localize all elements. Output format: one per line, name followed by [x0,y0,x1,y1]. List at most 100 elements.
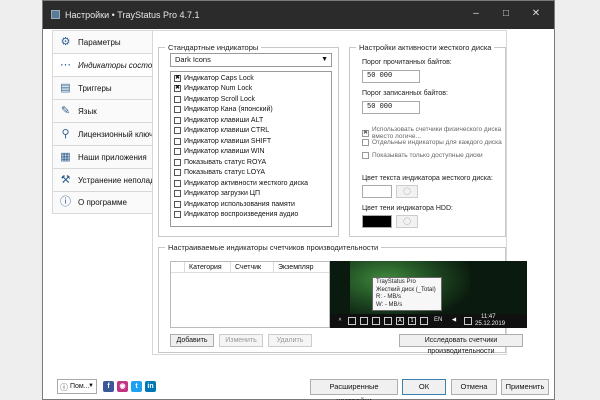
checkbox[interactable] [174,179,181,187]
select-value: Dark Icons [175,55,211,64]
table-header: Категория Счетчик Экземпляр [171,262,329,273]
counters-table: Категория Счетчик Экземпляр [170,261,330,328]
list-item[interactable]: Индикатор воспроизведения аудио [171,210,331,221]
checkbox[interactable] [174,148,181,156]
list-item-label: Индикатор клавиши WIN [184,148,265,156]
list-item-label: Индикатор Caps Lock [184,74,254,82]
tray-icon [420,317,428,325]
checkbox[interactable] [174,127,181,135]
language-icon: ✎ [60,104,71,117]
chevron-down-icon: ▼ [88,383,94,389]
list-item[interactable]: Показывать статус ROYA [171,157,331,168]
linkedin-icon[interactable]: in [145,381,156,392]
checkbox[interactable] [174,200,181,208]
text-color-picker-button[interactable]: ◯ [396,185,418,198]
column-header-instance[interactable]: Экземпляр [274,262,329,272]
checkbox[interactable] [174,137,181,145]
list-item[interactable]: Показывать статус LOYA [171,168,331,179]
tray-preview-image: TrayStatus Pro Жесткий диск (_Total) R: … [330,261,527,328]
facebook-icon[interactable]: f [103,381,114,392]
checkbox[interactable] [174,169,181,177]
preview-tooltip: TrayStatus Pro Жесткий диск (_Total) R: … [372,277,442,311]
tray-icon [384,317,392,325]
text-color-swatch[interactable] [362,185,392,198]
tray-language: EN [434,317,443,323]
shadow-color-swatch[interactable] [362,215,392,228]
list-item[interactable]: Индикатор клавиши SHIFT [171,136,331,147]
column-header-category[interactable]: Категория [185,262,231,272]
checkbox[interactable] [174,116,181,124]
checkbox-label: Отдельные индикаторы для каждого диска [372,139,502,146]
advanced-settings-button[interactable]: Расширенные настройки [310,379,398,400]
window-title: Настройки • TrayStatus Pro 4.7.1 [65,10,200,20]
column-header-counter[interactable]: Счетчик [231,262,274,272]
tooltip-line: R: - MB/s [376,294,401,300]
minimize-icon[interactable]: – [463,6,489,22]
sidebar-item-label: Параметры [78,37,121,47]
list-item-label: Индикатор клавиши ALT [184,116,264,124]
available-disks-checkbox[interactable]: Показывать только доступные диски [362,152,483,159]
checkbox-label: Использовать счетчики физического диска … [372,126,502,140]
each-disk-checkbox[interactable]: Отдельные индикаторы для каждого диска [362,139,502,146]
shadow-color-picker-button[interactable]: ◯ [396,215,418,228]
tooltip-line: Жесткий диск (_Total) [376,286,436,293]
list-item[interactable]: Индикатор загрузки ЦП [171,189,331,200]
title-bar: Настройки • TrayStatus Pro 4.7.1 – □ ✕ [43,1,554,29]
indicators-icon: ⋯ [60,58,71,71]
table-header-blank [171,262,185,272]
checkbox[interactable]: ✖ [174,74,181,82]
write-threshold-input[interactable]: 50 000 [362,101,420,114]
write-threshold-label: Порог записанных байтов: [362,90,448,97]
read-threshold-label: Порог прочитанных байтов: [362,59,452,66]
list-item[interactable]: Индикатор Scroll Lock [171,94,331,105]
tray-date: 25.12.2019 [475,321,506,327]
delete-button[interactable]: Удалить [268,334,312,347]
content-panel: Стандартные индикаторы Dark Icons ▼ ✖ Инд… [152,30,527,355]
twitter-icon[interactable]: t [131,381,142,392]
gear-icon: ⚙ [60,35,71,48]
chat-icon [464,317,472,325]
apply-button[interactable]: Применить [501,379,549,395]
list-item[interactable]: ✖ Индикатор Caps Lock [171,73,331,84]
group-title: Настройки активности жесткого диска [356,43,495,52]
list-item[interactable]: ✖ Индикатор Num Lock [171,84,331,95]
checkbox[interactable] [174,158,181,166]
ok-button[interactable]: ОК [402,379,446,395]
info-icon: ⓘ [60,196,71,208]
checkbox[interactable] [174,211,181,219]
list-item[interactable]: Индикатор клавиши WIN [171,147,331,158]
physical-disk-checkbox[interactable]: ✖ Использовать счетчики физического диска… [362,126,506,140]
checkbox[interactable]: ✖ [362,129,369,137]
add-button[interactable]: Добавить [170,334,214,347]
checkbox[interactable]: ✖ [174,85,181,93]
checkbox[interactable] [362,152,369,159]
icon-theme-select[interactable]: Dark Icons ▼ [170,53,332,67]
list-item[interactable]: Индикатор использования памяти [171,199,331,210]
list-item-label: Индикатор Scroll Lock [184,95,255,103]
language-select[interactable]: ⓘ Пом... ▼ [57,379,97,394]
list-item[interactable]: Индикатор клавиши CTRL [171,126,331,137]
list-item[interactable]: Индикатор Кана (японский) [171,105,331,116]
globe-icon: ⓘ [60,383,68,392]
shadow-color-label: Цвет тени индикатора HDD: [362,205,453,212]
sidebar-item-label: Наши приложения [78,152,147,162]
apps-icon: ▦ [60,150,71,163]
close-icon[interactable]: ✕ [523,6,549,22]
list-item[interactable]: Индикатор клавиши ALT [171,115,331,126]
language-select-value: Пом... [70,383,90,390]
text-color-label: Цвет текста индикатора жесткого диска: [362,175,493,182]
tray-time: 11:47 [481,314,496,320]
explore-counters-button[interactable]: Исследовать счетчики производительности [399,334,523,355]
instagram-icon[interactable]: ◉ [117,381,128,392]
maximize-icon[interactable]: □ [493,6,519,22]
cancel-button[interactable]: Отмена [451,379,497,395]
list-item[interactable]: Индикатор активности жесткого диска [171,178,331,189]
checkbox[interactable] [174,190,181,198]
checkbox[interactable] [362,139,369,146]
edit-button[interactable]: Изменить [219,334,263,347]
list-item-label: Индикатор использования памяти [184,200,295,208]
checkbox[interactable] [174,95,181,103]
sidebar-item-label: О программе [78,198,127,207]
read-threshold-input[interactable]: 50 000 [362,70,420,83]
checkbox[interactable] [174,106,181,114]
